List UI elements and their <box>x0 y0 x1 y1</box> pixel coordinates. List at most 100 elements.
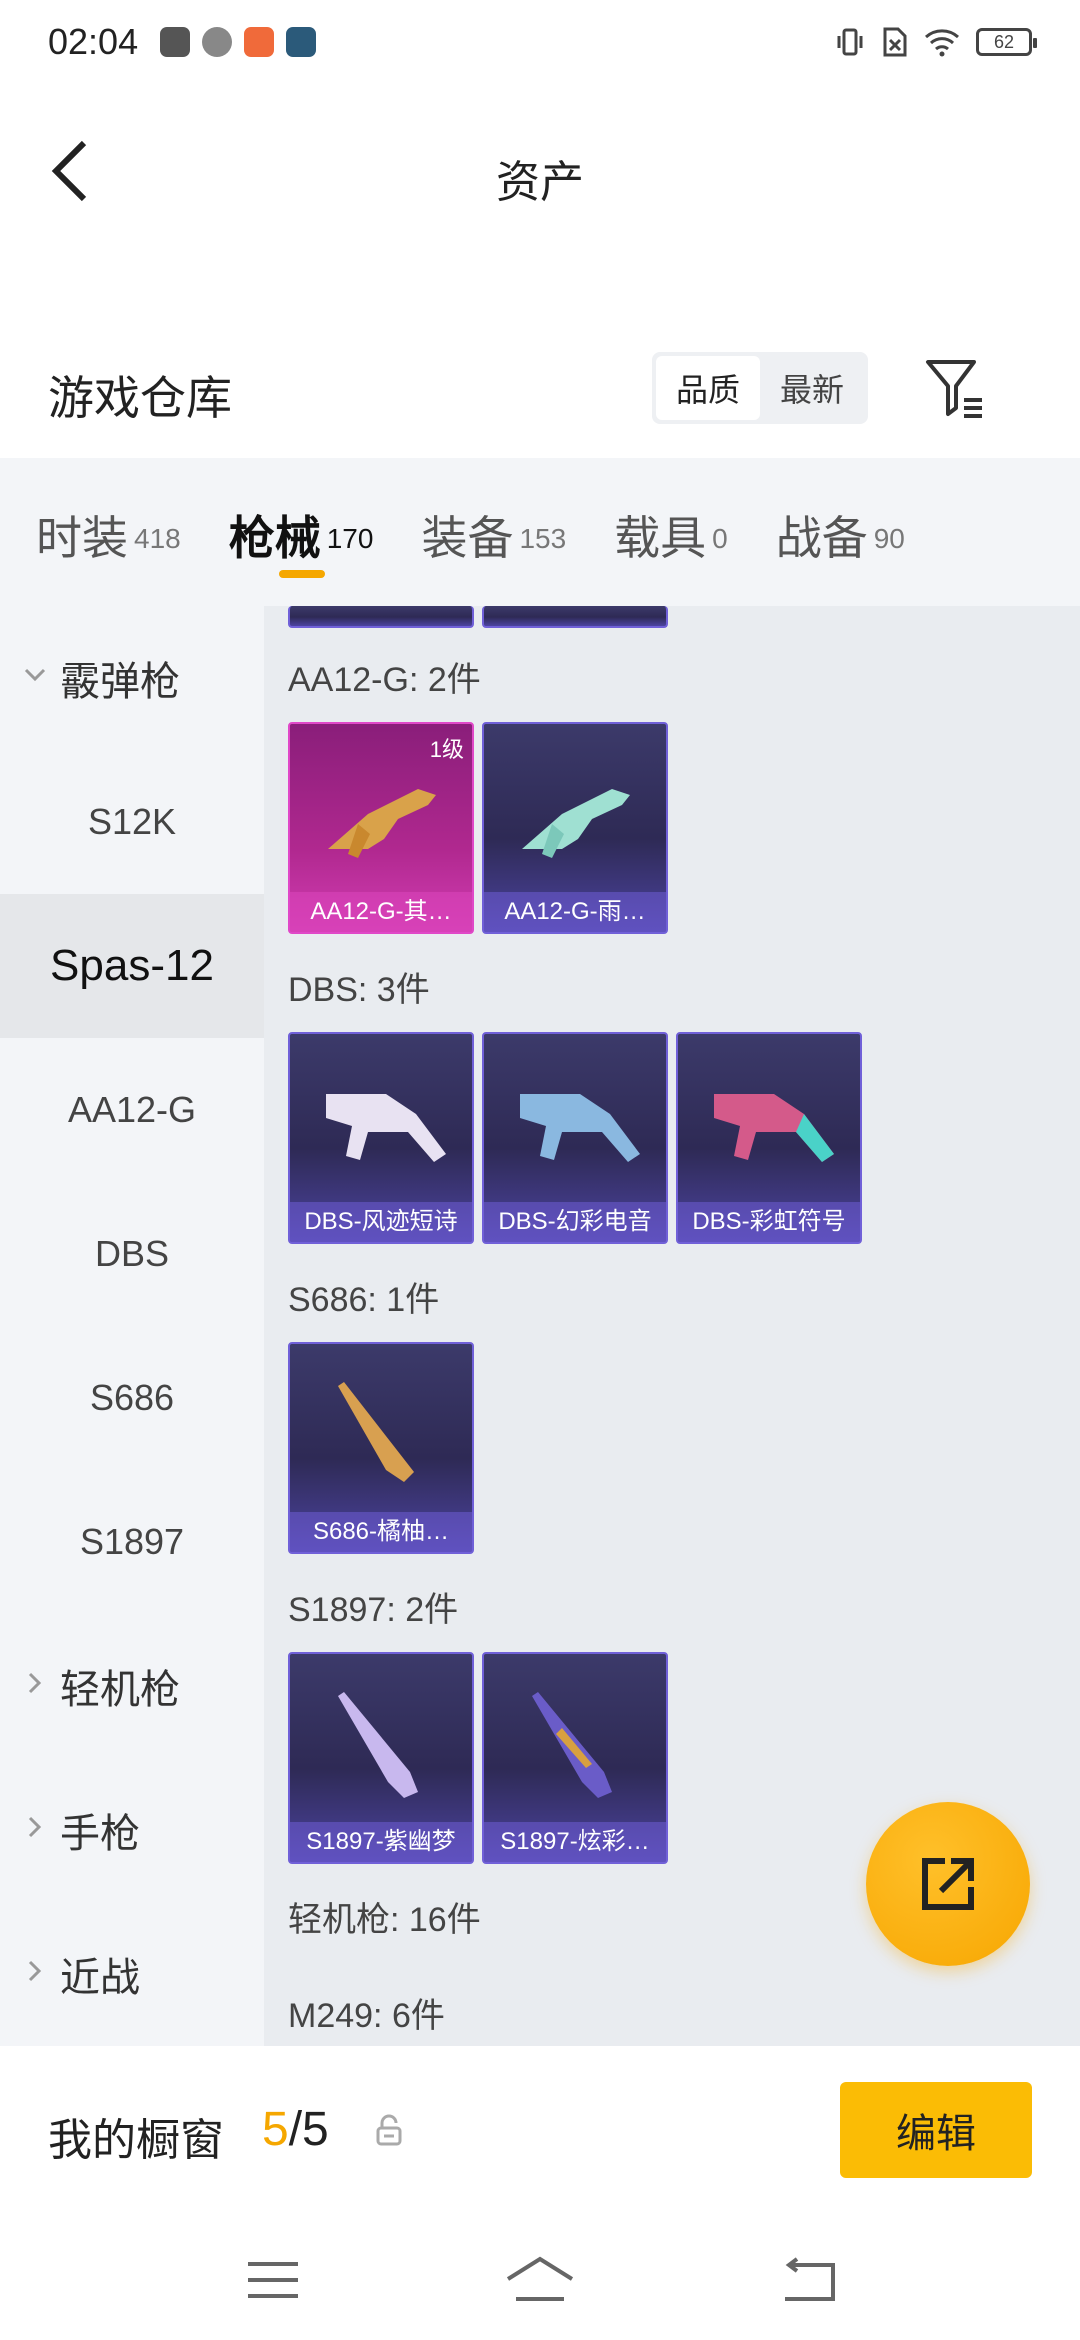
pump-shotgun-icon <box>338 1692 418 1798</box>
tab-label: 战备 <box>775 512 868 564</box>
sidebar-item-s12k[interactable]: S12K <box>0 750 264 894</box>
item-card[interactable]: AA12-G-雨… <box>482 722 668 934</box>
sidebar-item-label: Spas-12 <box>50 941 214 990</box>
category-tabs: 时装 418 枪械 170 装备 153 载具 0 战备 90 <box>0 458 1080 606</box>
share-external-icon <box>922 1858 974 1910</box>
item-name: DBS-风迹短诗 <box>290 1202 472 1242</box>
tab-equipment[interactable]: 装备 153 <box>421 458 566 606</box>
active-tab-indicator <box>278 570 325 578</box>
battery-icon: 62 <box>976 28 1037 56</box>
game-app-icon-2 <box>286 27 317 57</box>
tab-count: 418 <box>134 522 181 554</box>
shotgun-icon <box>520 1094 640 1162</box>
section-title-m249: M249: 6件 <box>288 1997 445 2035</box>
notification-icons <box>160 27 317 57</box>
status-time: 02:04 <box>48 21 139 62</box>
back-icon <box>784 2257 835 2301</box>
tab-label: 时装 <box>36 512 128 564</box>
item-card[interactable]: 1级 AA12-G-其… <box>288 722 474 934</box>
item-name: DBS-幻彩电音 <box>484 1202 666 1242</box>
section-title-dbs: DBS: 3件 <box>288 971 430 1009</box>
sidebar-item-label: S12K <box>87 801 177 842</box>
filter-button[interactable] <box>920 354 990 424</box>
tab-count: 170 <box>326 522 374 554</box>
lock-icon <box>376 2114 402 2146</box>
sidebar-item-label: S1897 <box>79 1521 185 1562</box>
page-title: 资产 <box>496 158 584 207</box>
tiktok-icon <box>160 27 191 57</box>
sidebar-item-label: S686 <box>89 1377 175 1418</box>
item-card-partial[interactable] <box>288 606 474 628</box>
item-name: AA12-G-其… <box>290 892 472 932</box>
share-fab-button[interactable] <box>866 1802 1030 1966</box>
double-barrel-shotgun-icon <box>338 1382 414 1482</box>
sidebar-item-spas12[interactable]: Spas-12 <box>0 894 264 1038</box>
tab-firearms[interactable]: 枪械 170 <box>229 458 374 606</box>
home-icon <box>506 2256 574 2301</box>
item-name: S1897-炫彩… <box>484 1822 666 1862</box>
item-name: S1897-紫幽梦 <box>290 1822 472 1862</box>
top-bar: 资产 <box>0 100 1080 240</box>
warehouse-title: 游戏仓库 <box>48 372 232 424</box>
chevron-right-icon <box>28 1816 42 1838</box>
showcase-current: 5 <box>262 2103 289 2156</box>
shotgun-icon <box>714 1094 834 1162</box>
tab-vehicles[interactable]: 载具 0 <box>614 458 728 606</box>
sidebar-item-label: AA12-G <box>67 1089 197 1130</box>
chevron-down-icon <box>24 668 46 682</box>
showcase-title: 我的橱窗 <box>48 2116 224 2165</box>
item-card[interactable]: S1897-炫彩… <box>482 1652 668 1864</box>
tab-count: 90 <box>873 522 905 554</box>
item-level-badge: 1级 <box>429 737 464 762</box>
showcase-total: 5 <box>302 2103 329 2156</box>
section-title-aa12g: AA12-G: 2件 <box>288 661 481 699</box>
item-name: S686-橘柚… <box>290 1512 472 1552</box>
tab-count: 153 <box>519 522 567 554</box>
item-card[interactable]: S1897-紫幽梦 <box>288 1652 474 1864</box>
item-name: DBS-彩虹符号 <box>678 1202 860 1242</box>
item-card-partial[interactable] <box>482 606 668 628</box>
tab-war-supplies[interactable]: 战备 90 <box>776 458 905 606</box>
section-title-s686: S686: 1件 <box>288 1281 440 1319</box>
tab-count: 0 <box>712 522 728 554</box>
chevron-right-icon <box>28 1960 42 1982</box>
filter-icon <box>926 360 982 418</box>
vibrate-icon <box>837 28 863 56</box>
section-title-s1897: S1897: 2件 <box>288 1591 459 1629</box>
edit-button[interactable]: 编辑 <box>840 2082 1032 2178</box>
game-app-icon <box>244 27 275 57</box>
item-card[interactable]: DBS-幻彩电音 <box>482 1032 668 1244</box>
wifi-icon <box>925 29 959 57</box>
showcase-bar: 我的橱窗 5/5 编辑 <box>0 2046 1080 2220</box>
sort-newest-option[interactable]: 最新 <box>760 356 864 420</box>
system-nav-bar <box>0 2220 1080 2340</box>
shotgun-icon <box>326 1094 446 1162</box>
status-bar: 02:04 62 <box>0 0 1080 84</box>
sort-toggle: 品质 最新 <box>652 352 868 424</box>
warehouse-header: 游戏仓库 品质 最新 <box>0 340 1080 458</box>
item-card[interactable]: DBS-彩虹符号 <box>676 1032 862 1244</box>
sort-quality-option[interactable]: 品质 <box>656 356 760 420</box>
sidebar-item-dbs[interactable]: DBS <box>0 1182 264 1326</box>
sidebar-group-shotgun[interactable]: 霰弹枪 <box>0 606 264 750</box>
section-title-lmg: 轻机枪: 16件 <box>288 1901 481 1939</box>
nav-home-button[interactable] <box>500 2250 580 2310</box>
sidebar-item-aa12g[interactable]: AA12-G <box>0 1038 264 1182</box>
sidebar-group-lmg[interactable]: 轻机枪 <box>0 1614 264 1758</box>
item-card[interactable]: DBS-风迹短诗 <box>288 1032 474 1244</box>
tab-label: 载具 <box>614 512 707 564</box>
sidebar-group-pistol[interactable]: 手枪 <box>0 1758 264 1902</box>
sidebar-item-s686[interactable]: S686 <box>0 1326 264 1470</box>
nav-back-button[interactable] <box>767 2250 847 2310</box>
menu-icon <box>248 2262 299 2298</box>
pump-shotgun-icon <box>532 1692 612 1798</box>
sidebar-group-melee[interactable]: 近战 <box>0 1902 264 2046</box>
tab-fashion[interactable]: 时装 418 <box>36 458 181 606</box>
item-name: AA12-G-雨… <box>484 892 666 932</box>
nav-menu-button[interactable] <box>233 2250 313 2310</box>
sidebar-item-label: DBS <box>94 1233 170 1274</box>
tab-label: 装备 <box>421 512 514 564</box>
item-card[interactable]: S686-橘柚… <box>288 1342 474 1554</box>
sidebar-item-s1897[interactable]: S1897 <box>0 1470 264 1614</box>
showcase-count: 5/5 <box>262 2102 329 2157</box>
